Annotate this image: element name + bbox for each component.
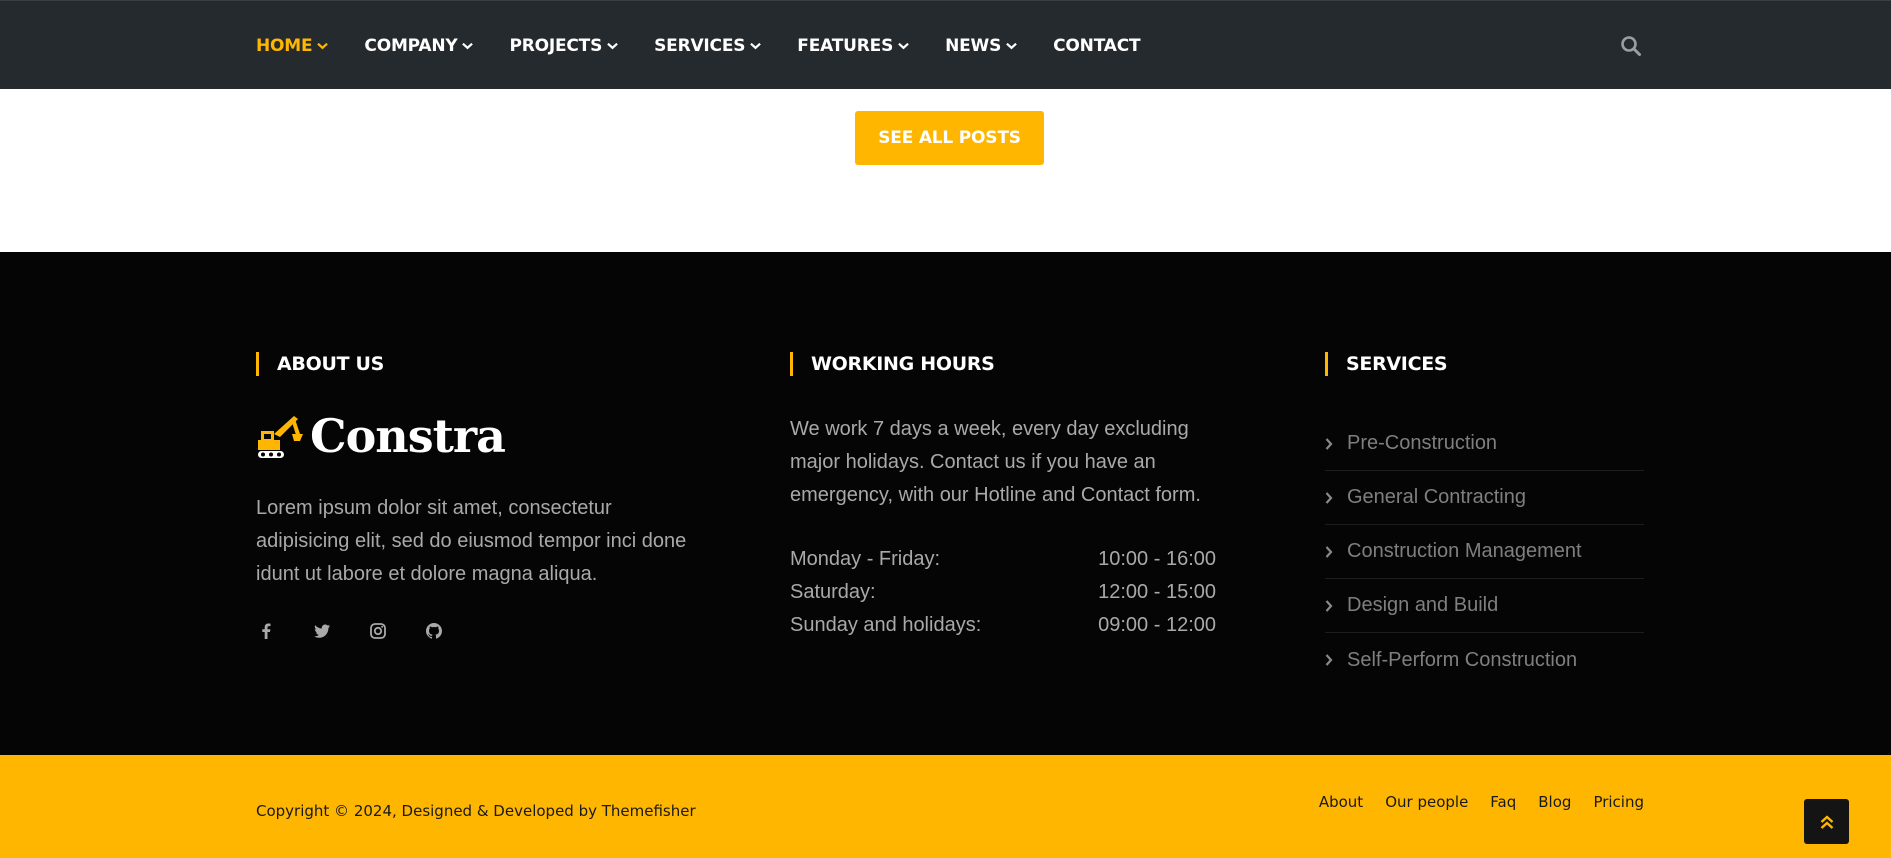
nav-item-label: NEWS (945, 35, 1002, 56)
twitter-icon[interactable] (312, 621, 332, 641)
nav-item-home[interactable]: HOME (256, 35, 329, 56)
service-link-general-contracting[interactable]: General Contracting (1325, 471, 1644, 525)
instagram-icon[interactable] (368, 621, 388, 641)
chevron-down-icon (750, 42, 762, 50)
hours-day: Sunday and holidays: (790, 614, 982, 636)
hours-time: 12:00 - 15:00 (1098, 581, 1216, 603)
service-label: Pre-Construction (1347, 432, 1498, 454)
chevron-right-icon (1325, 491, 1333, 504)
chevron-right-icon (1325, 654, 1333, 666)
copyright-text: Copyright © 2024, Designed & Developed b… (256, 802, 696, 820)
chevron-down-icon (462, 42, 474, 50)
chevron-right-icon (1325, 545, 1333, 558)
main-nav: HOME COMPANY PROJECTS SERVICES FEATURES … (256, 1, 1176, 90)
chevron-down-icon (607, 42, 618, 50)
footer-link-faq[interactable]: Faq (1490, 793, 1516, 811)
chevron-down-icon (317, 42, 329, 50)
nav-item-label: PROJECTS (509, 35, 603, 56)
about-text: Lorem ipsum dolor sit amet, consectetur … (256, 497, 687, 585)
footer-link-pricing[interactable]: Pricing (1593, 793, 1644, 811)
service-label: Design and Build (1347, 594, 1499, 616)
hours-row: Saturday: 12:00 - 15:00 (790, 576, 1216, 609)
posts-section: SEE ALL POSTS (0, 89, 1891, 252)
service-link-construction-management[interactable]: Construction Management (1325, 525, 1644, 579)
nav-item-company[interactable]: COMPANY (364, 35, 474, 56)
chevron-down-icon (1006, 42, 1017, 50)
footer-links: About Our people Faq Blog Pricing (1297, 793, 1644, 811)
nav-item-label: CONTACT (1053, 35, 1141, 56)
service-link-self-perform-construction[interactable]: Self-Perform Construction (1325, 633, 1644, 687)
footer-main: ABOUT US Constra Lorem ipsum dolor sit a… (0, 252, 1891, 755)
double-chevron-up-icon (1820, 814, 1833, 829)
working-hours-title: WORKING HOURS (790, 352, 995, 376)
chevron-right-icon (1325, 599, 1333, 612)
service-link-pre-construction[interactable]: Pre-Construction (1325, 417, 1644, 471)
footer-logo[interactable]: Constra (256, 409, 506, 463)
hours-time: 09:00 - 12:00 (1098, 614, 1216, 636)
logo-text: Constra (310, 409, 506, 463)
hours-day: Saturday: (790, 581, 876, 603)
services-list: Pre-Construction General Contracting Con… (1325, 417, 1644, 687)
excavator-icon (258, 416, 303, 458)
services-title: SERVICES (1325, 352, 1448, 376)
chevron-right-icon (1325, 437, 1333, 450)
nav-item-projects[interactable]: PROJECTS (509, 36, 618, 56)
hours-time: 10:00 - 16:00 (1098, 548, 1216, 570)
hours-row: Sunday and holidays: 09:00 - 12:00 (790, 609, 1216, 642)
nav-item-label: COMPANY (364, 35, 458, 56)
footer-link-blog[interactable]: Blog (1538, 793, 1571, 811)
service-label: General Contracting (1347, 486, 1526, 508)
back-to-top-button[interactable] (1804, 799, 1849, 844)
hours-day: Monday - Friday: (790, 548, 941, 570)
service-link-design-and-build[interactable]: Design and Build (1325, 579, 1644, 633)
nav-item-label: HOME (256, 35, 313, 56)
nav-item-label: SERVICES (654, 35, 746, 56)
nav-item-features[interactable]: FEATURES (797, 36, 909, 56)
working-hours-table: Monday - Friday: 10:00 - 16:00 Saturday:… (790, 543, 1216, 642)
hours-row: Monday - Friday: 10:00 - 16:00 (790, 543, 1216, 576)
facebook-icon[interactable] (256, 621, 276, 641)
footer-link-about[interactable]: About (1319, 793, 1363, 811)
service-label: Self-Perform Construction (1347, 648, 1578, 671)
chevron-down-icon (898, 42, 909, 50)
top-navbar: HOME COMPANY PROJECTS SERVICES FEATURES … (0, 0, 1891, 89)
github-icon[interactable] (424, 621, 444, 641)
working-hours-text: We work 7 days a week, every day excludi… (790, 418, 1201, 506)
nav-item-label: FEATURES (797, 35, 894, 56)
nav-item-news[interactable]: NEWS (945, 36, 1017, 56)
search-icon[interactable] (1620, 35, 1642, 57)
see-all-posts-button[interactable]: SEE ALL POSTS (855, 111, 1044, 165)
nav-item-contact[interactable]: CONTACT (1053, 36, 1140, 56)
social-links (256, 621, 480, 641)
footer-link-our-people[interactable]: Our people (1385, 793, 1468, 811)
copyright-bar: Copyright © 2024, Designed & Developed b… (0, 755, 1891, 858)
about-us-title: ABOUT US (256, 352, 384, 376)
nav-item-services[interactable]: SERVICES (654, 35, 762, 56)
service-label: Construction Management (1347, 540, 1582, 562)
